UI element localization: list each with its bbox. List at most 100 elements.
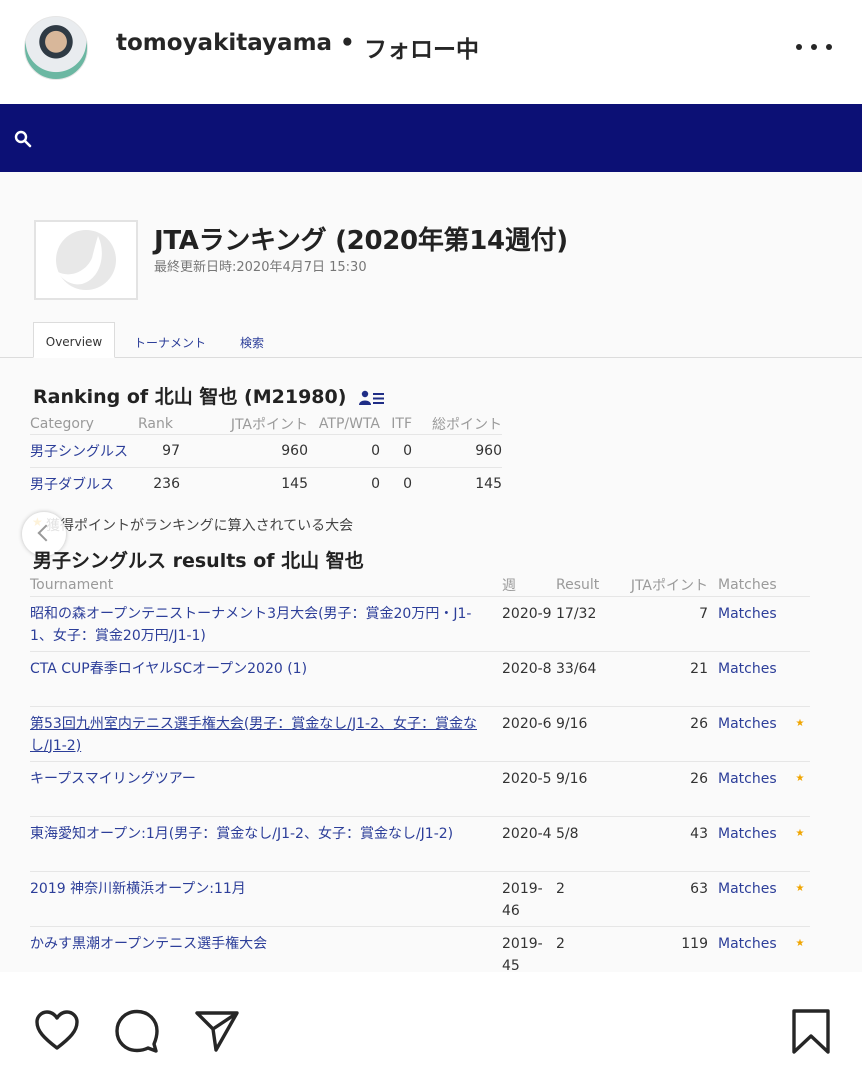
ranking-table: Category Rank JTAポイント ATP/WTA ITF 総ポイント … bbox=[30, 414, 502, 501]
points-cell: 43 bbox=[624, 815, 708, 871]
points-cell: 26 bbox=[624, 705, 708, 761]
col-category: Category bbox=[30, 416, 94, 432]
total-cell: 960 bbox=[412, 434, 502, 468]
week-cell: 2020-4 bbox=[502, 815, 556, 871]
table-row: 2019 神奈川新横浜オープン:11月 2019-46 2 63 Matches… bbox=[30, 870, 810, 926]
star-icon: ★ bbox=[790, 705, 810, 761]
star-icon: ★ bbox=[790, 815, 810, 871]
result-cell: 2 bbox=[556, 925, 624, 972]
table-row: 昭和の森オープンテニストーナメント3月大会(男子：賞金20万円・J1-1、女子：… bbox=[30, 595, 810, 651]
tournament-link[interactable]: かみす黒潮オープンテニス選手権大会 bbox=[30, 925, 502, 972]
ranking-title: Ranking of 北山 智也 (M21980) bbox=[33, 386, 347, 408]
ranking-row: 男子ダブルス 236 145 0 0 145 bbox=[30, 467, 502, 501]
ranking-header-row: Category Rank JTAポイント ATP/WTA ITF 総ポイント bbox=[30, 414, 502, 435]
ranking-note: 獲得ポイントがランキングに算入されている大会 bbox=[46, 518, 354, 534]
rank-cell: 97 bbox=[138, 434, 180, 468]
points-cell: 26 bbox=[624, 760, 708, 816]
table-row: 第53回九州室内テニス選手権大会(男子：賞金なし/J1-2、女子：賞金なし/J1… bbox=[30, 705, 810, 761]
matches-link[interactable]: Matches bbox=[708, 760, 790, 816]
tournament-link[interactable]: 東海愛知オープン:1月(男子：賞金なし/J1-2、女子：賞金なし/J1-2) bbox=[30, 815, 502, 871]
tournament-link[interactable]: キープスマイリングツアー bbox=[30, 760, 502, 816]
more-options-icon[interactable] bbox=[796, 40, 832, 54]
jta-cell: 960 bbox=[180, 434, 308, 468]
results-table: Tournament 週 Result JTAポイント Matches 昭和の森… bbox=[30, 574, 810, 972]
result-cell: 33/64 bbox=[556, 650, 624, 706]
category-cell[interactable]: 男子シングルス bbox=[30, 434, 138, 468]
tournament-link[interactable]: CTA CUP春季ロイヤルSCオープン2020 (1) bbox=[30, 650, 502, 706]
separator-dot: • bbox=[340, 30, 355, 56]
tournament-link[interactable]: 昭和の森オープンテニストーナメント3月大会(男子：賞金20万円・J1-1、女子：… bbox=[30, 595, 502, 651]
comment-icon[interactable] bbox=[114, 1008, 160, 1054]
week-cell: 2019-45 bbox=[502, 925, 556, 972]
results-header-row: Tournament 週 Result JTAポイント Matches bbox=[30, 574, 810, 596]
col-jta-points: JTAポイント bbox=[630, 577, 708, 594]
bookmark-icon[interactable] bbox=[788, 1008, 834, 1054]
col-star bbox=[790, 574, 810, 596]
week-cell: 2020-5 bbox=[502, 760, 556, 816]
total-cell: 145 bbox=[412, 467, 502, 501]
matches-link[interactable]: Matches bbox=[708, 925, 790, 972]
col-rank: Rank bbox=[138, 416, 173, 432]
col-matches: Matches bbox=[718, 576, 777, 593]
week-cell: 2020-9 bbox=[502, 595, 556, 651]
itf-cell: 0 bbox=[380, 434, 412, 468]
points-cell: 21 bbox=[624, 650, 708, 706]
post-image[interactable]: JTAランキング (2020年第14週付) 最終更新日時:2020年4月7日 1… bbox=[0, 104, 862, 972]
matches-link[interactable]: Matches bbox=[708, 595, 790, 651]
tournament-link[interactable]: 2019 神奈川新横浜オープン:11月 bbox=[30, 870, 502, 926]
post-username[interactable]: tomoyakitayama bbox=[116, 30, 332, 56]
col-itf: ITF bbox=[391, 416, 412, 432]
col-tournament: Tournament bbox=[30, 576, 114, 593]
page-title: JTAランキング (2020年第14週付) bbox=[154, 226, 568, 256]
tab-bar: Overview トーナメント 検索 bbox=[0, 322, 862, 358]
jta-cell: 145 bbox=[180, 467, 308, 501]
col-total-points: 総ポイント bbox=[432, 417, 502, 433]
matches-link[interactable]: Matches bbox=[708, 705, 790, 761]
col-result: Result bbox=[556, 576, 600, 593]
last-updated: 最終更新日時:2020年4月7日 15:30 bbox=[154, 260, 367, 275]
star-icon: ★ bbox=[790, 870, 810, 926]
atp-cell: 0 bbox=[308, 467, 380, 501]
col-jta-points: JTAポイント bbox=[230, 417, 308, 433]
points-cell: 7 bbox=[624, 595, 708, 651]
table-row: CTA CUP春季ロイヤルSCオープン2020 (1) 2020-8 33/64… bbox=[30, 650, 810, 706]
col-atp-wta: ATP/WTA bbox=[318, 416, 380, 432]
results-title: 男子シングルス results of 北山 智也 bbox=[33, 550, 364, 572]
points-cell: 63 bbox=[624, 870, 708, 926]
ranking-section: Ranking of 北山 智也 (M21980) bbox=[33, 382, 385, 409]
table-row: キープスマイリングツアー 2020-5 9/16 26 Matches ★ bbox=[30, 760, 810, 816]
col-week: 週 bbox=[502, 577, 516, 594]
ranking-row: 男子シングルス 97 960 0 0 960 bbox=[30, 434, 502, 468]
result-cell: 17/32 bbox=[556, 595, 624, 651]
tournament-link[interactable]: 第53回九州室内テニス選手権大会(男子：賞金なし/J1-2、女子：賞金なし/J1… bbox=[30, 705, 502, 761]
tab-overview[interactable]: Overview bbox=[33, 322, 115, 358]
tab-tournament[interactable]: トーナメント bbox=[122, 322, 218, 358]
star-icon bbox=[790, 650, 810, 706]
rank-cell: 236 bbox=[138, 467, 180, 501]
result-cell: 5/8 bbox=[556, 815, 624, 871]
post-header: tomoyakitayama • フォロー中 bbox=[0, 0, 862, 96]
points-cell: 119 bbox=[624, 925, 708, 972]
table-row: 東海愛知オープン:1月(男子：賞金なし/J1-2、女子：賞金なし/J1-2) 2… bbox=[30, 815, 810, 871]
matches-link[interactable]: Matches bbox=[708, 870, 790, 926]
itf-cell: 0 bbox=[380, 467, 412, 501]
heart-icon[interactable] bbox=[34, 1008, 80, 1054]
category-cell[interactable]: 男子ダブルス bbox=[30, 467, 138, 501]
search-icon[interactable] bbox=[14, 130, 32, 148]
result-cell: 9/16 bbox=[556, 760, 624, 816]
tournament-logo bbox=[34, 220, 138, 300]
avatar[interactable] bbox=[24, 16, 88, 80]
post-actions bbox=[0, 1000, 862, 1060]
follow-status[interactable]: フォロー中 bbox=[364, 30, 479, 64]
site-navbar bbox=[0, 104, 862, 172]
week-cell: 2019-46 bbox=[502, 870, 556, 926]
player-profile-icon[interactable] bbox=[359, 390, 385, 406]
star-icon: ★ bbox=[790, 925, 810, 972]
table-row: かみす黒潮オープンテニス選手権大会 2019-45 2 119 Matches … bbox=[30, 925, 810, 972]
send-icon[interactable] bbox=[194, 1008, 240, 1054]
star-icon: ★ bbox=[790, 760, 810, 816]
matches-link[interactable]: Matches bbox=[708, 650, 790, 706]
matches-link[interactable]: Matches bbox=[708, 815, 790, 871]
tab-search[interactable]: 検索 bbox=[228, 322, 276, 358]
week-cell: 2020-6 bbox=[502, 705, 556, 761]
